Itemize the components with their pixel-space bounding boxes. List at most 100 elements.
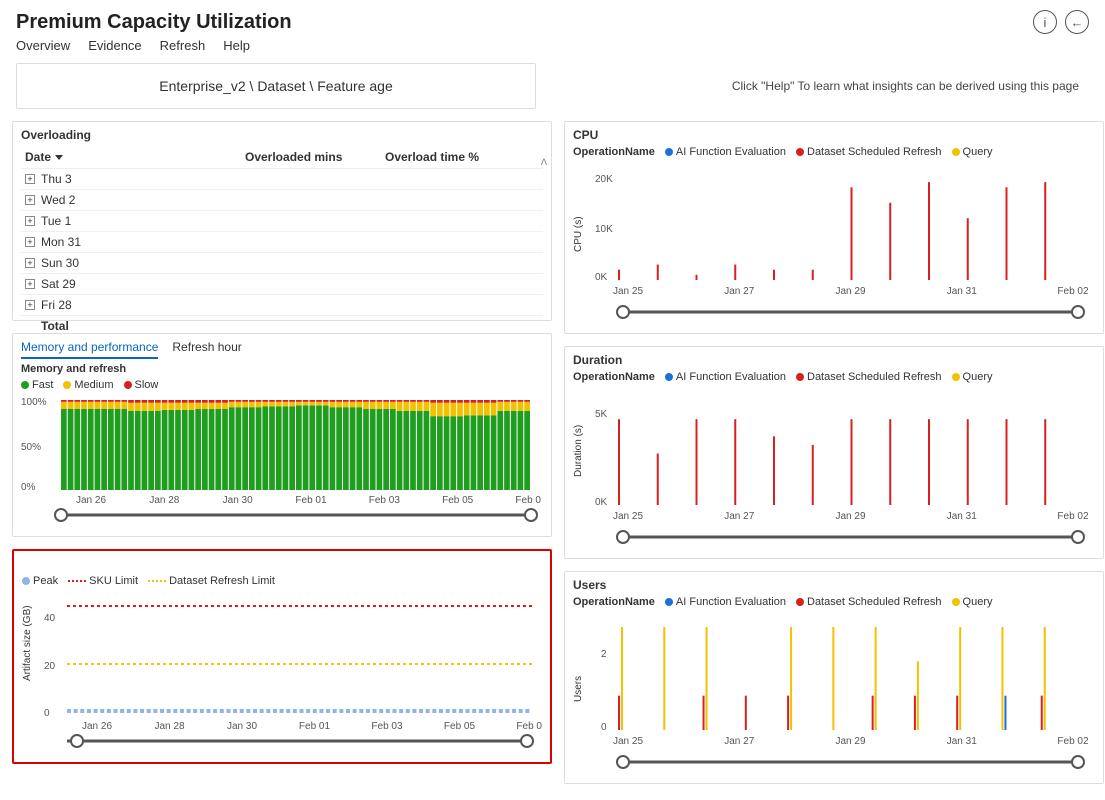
artifact-card: Peak SKU Limit Dataset Refresh Limit Art… (12, 549, 552, 764)
expand-icon[interactable]: + (25, 195, 35, 205)
expand-icon[interactable]: + (25, 174, 35, 184)
expand-icon[interactable]: + (25, 258, 35, 268)
info-icon[interactable]: i (1033, 10, 1057, 34)
svg-text:Jan 28: Jan 28 (149, 495, 179, 506)
subtab-refresh-hour[interactable]: Refresh hour (172, 340, 241, 359)
cpu-legend: OperationName AI Function Evaluation Dat… (573, 146, 1095, 158)
svg-text:10K: 10K (595, 224, 613, 235)
memory-legend: Fast Medium Slow (21, 379, 543, 391)
expand-icon[interactable]: + (25, 216, 35, 226)
legend-refresh: Dataset Scheduled Refresh (807, 596, 942, 608)
svg-text:Jan 27: Jan 27 (724, 286, 754, 297)
svg-text:Feb 05: Feb 05 (444, 721, 476, 732)
memory-subtitle: Memory and refresh (21, 363, 543, 375)
svg-text:Jan 25: Jan 25 (613, 511, 643, 522)
row-label: Tue 1 (41, 214, 71, 228)
svg-text:Duration (s): Duration (s) (573, 425, 584, 477)
dot-icon (21, 381, 29, 389)
tab-evidence[interactable]: Evidence (88, 38, 141, 53)
svg-text:Artifact size (GB): Artifact size (GB) (22, 605, 33, 681)
legend-medium: Medium (74, 379, 113, 391)
dot-icon (796, 598, 804, 606)
svg-text:Jan 25: Jan 25 (613, 736, 643, 747)
svg-text:Feb 03: Feb 03 (371, 721, 403, 732)
col-overload-pct[interactable]: Overload time % (385, 150, 525, 164)
svg-text:0: 0 (44, 708, 50, 719)
svg-text:Feb 01: Feb 01 (299, 721, 331, 732)
slider-handle-left[interactable] (617, 306, 629, 318)
duration-title: Duration (573, 353, 1095, 367)
dot-icon (22, 577, 30, 585)
svg-text:Jan 29: Jan 29 (835, 286, 865, 297)
op-label: OperationName (573, 596, 655, 608)
subtab-memory[interactable]: Memory and performance (21, 340, 158, 359)
legend-sku: SKU Limit (89, 575, 138, 587)
expand-icon[interactable]: + (25, 300, 35, 310)
dot-icon (952, 598, 960, 606)
duration-chart: Duration (s) 5K 0K Jan 25Jan 27Jan 29Jan… (573, 387, 1093, 547)
svg-text:Feb 03: Feb 03 (369, 495, 401, 506)
svg-text:Jan 31: Jan 31 (947, 736, 977, 747)
tab-help[interactable]: Help (223, 38, 250, 53)
svg-text:Jan 30: Jan 30 (223, 495, 253, 506)
slider-handle-right[interactable] (525, 509, 537, 521)
table-row[interactable]: + Wed 2 (21, 190, 543, 211)
artifact-legend: Peak SKU Limit Dataset Refresh Limit (22, 575, 542, 587)
slider-handle-left[interactable] (71, 735, 83, 747)
dash-icon (148, 580, 166, 582)
svg-text:50%: 50% (21, 442, 41, 453)
overloading-title: Overloading (21, 128, 543, 142)
expand-icon[interactable]: + (25, 237, 35, 247)
dot-icon (665, 598, 673, 606)
table-row[interactable]: + Tue 1 (21, 211, 543, 232)
svg-text:Feb 02: Feb 02 (1057, 511, 1089, 522)
row-label: Wed 2 (41, 193, 75, 207)
legend-ai: AI Function Evaluation (676, 146, 786, 158)
legend-ai: AI Function Evaluation (676, 596, 786, 608)
nav-tabs: Overview Evidence Refresh Help (0, 38, 1105, 63)
expand-icon[interactable]: + (25, 279, 35, 289)
help-hint: Click "Help" To learn what insights can … (732, 79, 1089, 93)
row-label: Fri 28 (41, 298, 72, 312)
row-label: Sun 30 (41, 256, 79, 270)
col-date[interactable]: Date (25, 150, 245, 164)
artifact-chart: Artifact size (GB) 40 20 0 Jan 26Jan 28J… (22, 591, 542, 751)
slider-handle-right[interactable] (1072, 306, 1084, 318)
slider-handle-right[interactable] (1072, 531, 1084, 543)
legend-fast: Fast (32, 379, 53, 391)
svg-text:100%: 100% (21, 397, 47, 408)
table-row[interactable]: + Sun 30 (21, 253, 543, 274)
svg-text:CPU (s): CPU (s) (573, 216, 584, 252)
tab-overview[interactable]: Overview (16, 38, 70, 53)
table-row[interactable]: +Sat 29 (21, 274, 543, 295)
svg-text:Feb 02: Feb 02 (1057, 736, 1089, 747)
dot-icon (124, 381, 132, 389)
duration-card: Duration OperationName AI Function Evalu… (564, 346, 1104, 559)
svg-text:Jan 26: Jan 26 (76, 495, 106, 506)
svg-text:Feb 01: Feb 01 (295, 495, 327, 506)
slider-handle-left[interactable] (617, 531, 629, 543)
svg-text:Jan 25: Jan 25 (613, 286, 643, 297)
svg-text:0%: 0% (21, 482, 36, 493)
table-row[interactable]: +Mon 31 (21, 232, 543, 253)
slider-handle-left[interactable] (617, 756, 629, 768)
dot-icon (796, 373, 804, 381)
dot-icon (952, 373, 960, 381)
scroll-up-icon[interactable]: ᐱ (541, 157, 547, 168)
slider-handle-right[interactable] (521, 735, 533, 747)
users-legend: OperationName AI Function Evaluation Dat… (573, 596, 1095, 608)
slider-handle-right[interactable] (1072, 756, 1084, 768)
svg-text:Jan 31: Jan 31 (947, 286, 977, 297)
col-overloaded-mins[interactable]: Overloaded mins (245, 150, 385, 164)
tab-refresh[interactable]: Refresh (160, 38, 206, 53)
slider-handle-left[interactable] (55, 509, 67, 521)
dash-icon (68, 580, 86, 582)
svg-text:40: 40 (44, 613, 56, 624)
breadcrumb: Enterprise_v2 \ Dataset \ Feature age (16, 63, 536, 109)
back-icon[interactable]: ← (1065, 10, 1089, 34)
table-row[interactable]: +Thu 3 (21, 169, 543, 190)
legend-peak: Peak (33, 575, 58, 587)
svg-text:Feb 07: Feb 07 (515, 495, 541, 506)
table-row[interactable]: + Fri 28 (21, 295, 543, 316)
cpu-chart: CPU (s) 20K 10K 0K Jan 25Jan 27Jan 29Jan… (573, 162, 1093, 322)
